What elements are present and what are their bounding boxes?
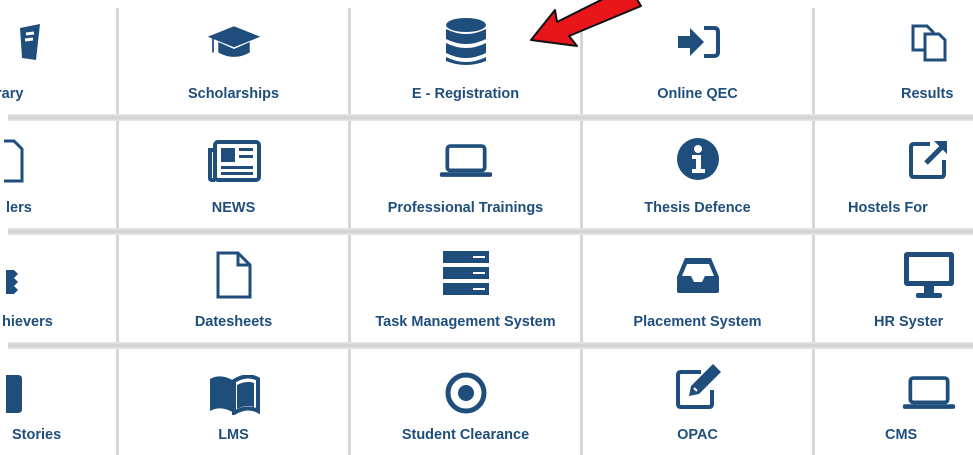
info-circle-icon [670, 133, 726, 185]
file-icon [206, 249, 262, 301]
tile-label: HR Syster [874, 314, 944, 330]
portal-tile-grid: rary Scholarships E - Registration Onlin… [0, 0, 973, 455]
tile-label: LMS [218, 427, 249, 443]
sign-in-icon [670, 16, 726, 68]
tile-placement-system[interactable]: Placement System [583, 235, 812, 342]
divider [8, 228, 973, 235]
tile-scholarships[interactable]: Scholarships [119, 0, 348, 114]
tile-label: E - Registration [411, 86, 520, 102]
tile-achievers[interactable]: hievers [0, 235, 116, 342]
tile-news[interactable]: NEWS [119, 121, 348, 228]
divider [8, 114, 973, 121]
tile-label: Results [901, 86, 954, 102]
tile-label: Stories [12, 427, 62, 443]
tile-newsletters[interactable]: lers [0, 121, 116, 228]
divider [8, 342, 973, 349]
inbox-icon [670, 249, 726, 301]
edit-icon [670, 361, 726, 413]
server-icon [438, 247, 494, 299]
tile-hostels[interactable]: Hostels For [815, 121, 973, 228]
laptop-icon [438, 135, 494, 187]
tile-label: NEWS [211, 200, 256, 216]
tile-label: Professional Trainings [387, 200, 544, 216]
tile-label: Thesis Defence [644, 200, 751, 216]
tile-label: Datesheets [194, 314, 273, 330]
tile-label: OPAC [677, 427, 718, 443]
desktop-icon [901, 249, 957, 301]
tile-label: rary [0, 86, 24, 102]
tile-datesheets[interactable]: Datesheets [119, 235, 348, 342]
graduation-cap-icon [206, 16, 262, 68]
document-icon [4, 135, 24, 187]
tile-library[interactable]: rary [0, 0, 116, 114]
tile-label: hievers [2, 314, 53, 330]
tile-label: Scholarships [187, 86, 280, 102]
newspaper-icon [206, 135, 262, 187]
tile-lms[interactable]: LMS [119, 349, 348, 455]
library-icon [18, 16, 42, 68]
gear-icon [6, 255, 22, 307]
tile-label: Placement System [633, 314, 762, 330]
tile-results[interactable]: Results [815, 0, 973, 114]
tile-label: lers [6, 200, 32, 216]
book-icon [6, 367, 24, 419]
tile-label: Hostels For [848, 200, 928, 216]
tile-opac[interactable]: OPAC [583, 349, 812, 455]
database-icon [438, 16, 494, 68]
book-open-icon [206, 369, 262, 421]
tile-student-clearance[interactable]: Student Clearance [351, 349, 580, 455]
tile-thesis-defence[interactable]: Thesis Defence [583, 121, 812, 228]
tile-success-stories[interactable]: Stories [0, 349, 116, 455]
dot-circle-icon [438, 367, 494, 419]
red-arrow-annotation [530, 0, 642, 47]
tile-label: Student Clearance [401, 427, 530, 443]
tile-label: CMS [885, 427, 918, 443]
tile-task-management[interactable]: Task Management System [351, 235, 580, 342]
laptop-icon [901, 367, 957, 419]
tile-hr-system[interactable]: HR Syster [815, 235, 973, 342]
external-link-icon [901, 133, 957, 185]
tile-label: Task Management System [375, 314, 556, 330]
tile-cms[interactable]: CMS [815, 349, 973, 455]
tile-professional-trainings[interactable]: Professional Trainings [351, 121, 580, 228]
tile-label: Online QEC [657, 86, 738, 102]
copy-icon [901, 16, 957, 68]
